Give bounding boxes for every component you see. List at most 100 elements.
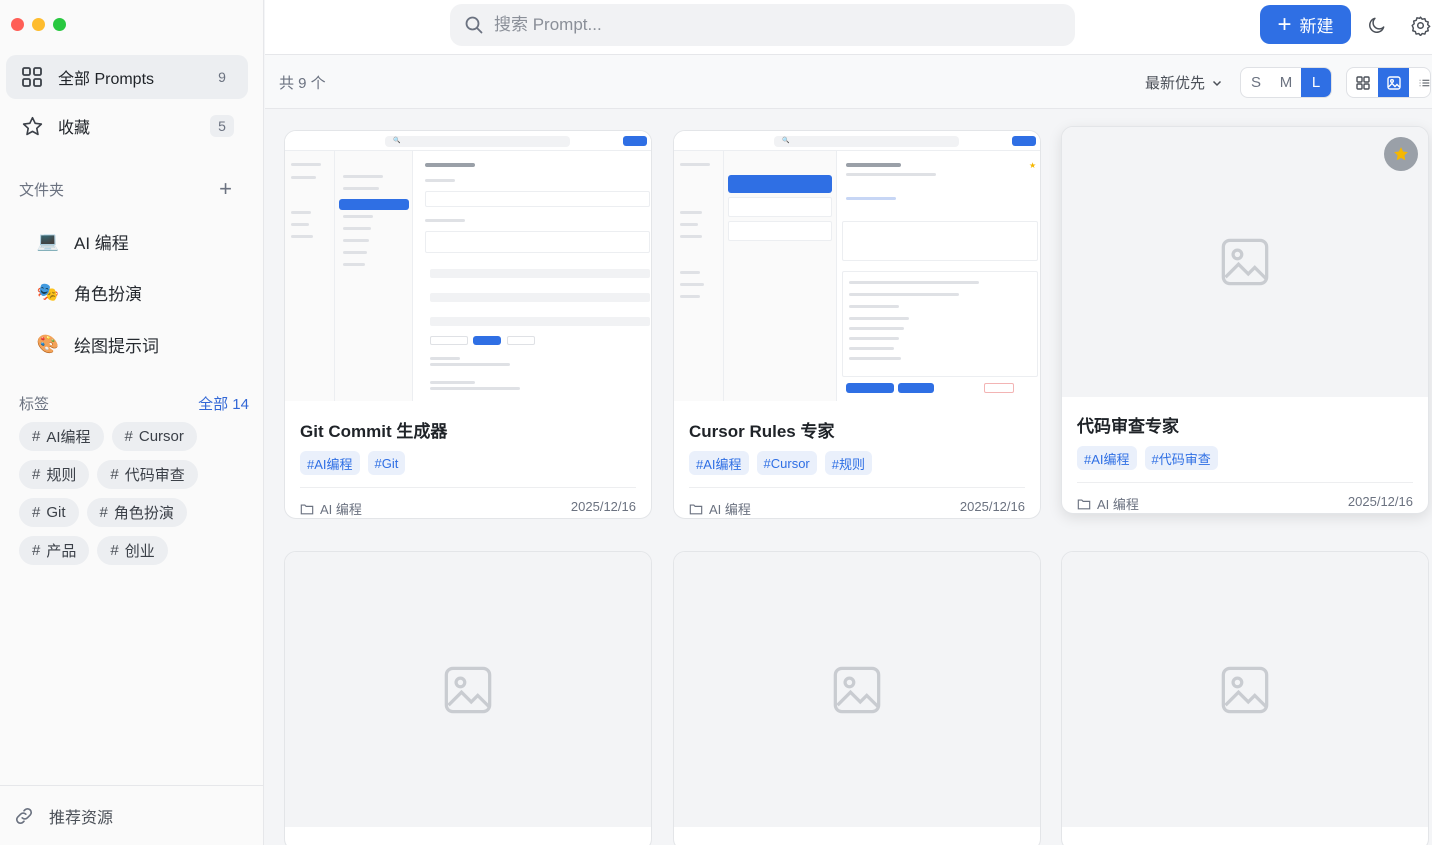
gallery-view-button[interactable]: [1378, 68, 1409, 97]
new-prompt-button[interactable]: + 新建: [1260, 5, 1351, 44]
list-icon: [1419, 79, 1430, 86]
palette-icon: 🎨: [36, 334, 60, 354]
search-box[interactable]: [450, 4, 1075, 46]
card-preview: 🔍: [285, 131, 651, 401]
laptop-icon: 💻: [36, 231, 60, 251]
grid-icon: [20, 65, 44, 89]
star-filled-icon: [1394, 147, 1408, 161]
folder-icon: [689, 502, 703, 516]
card-preview: [285, 552, 651, 827]
gear-icon: [1410, 15, 1430, 36]
card-tag[interactable]: #规则: [824, 451, 872, 475]
new-prompt-label: 新建: [1299, 17, 1334, 36]
search-input[interactable]: [494, 15, 1014, 35]
card-tag[interactable]: #Cursor: [756, 451, 817, 475]
window-controls: [11, 18, 66, 31]
nav-all-prompts-count: 9: [218, 69, 226, 85]
tag-chip[interactable]: # 规则: [19, 460, 90, 489]
folder-icon: [1077, 497, 1091, 511]
card-title: 代码审查专家: [1077, 417, 1179, 436]
size-m-button[interactable]: M: [1271, 68, 1301, 97]
nav-favorites-label: 收藏: [58, 120, 91, 137]
nav-favorites-count: 5: [210, 115, 234, 137]
card-date: 2025/12/16: [959, 499, 1025, 514]
card-folder: AI 编程: [709, 502, 751, 517]
card-date: 2025/12/16: [1347, 494, 1413, 509]
search-icon: [464, 15, 484, 35]
prompt-card[interactable]: [1061, 551, 1429, 845]
list-toolbar: 共 9 个 最新优先 S M L: [265, 55, 1432, 109]
card-preview: [674, 552, 1040, 827]
tag-chip[interactable]: # Cursor: [111, 422, 197, 451]
tag-chip[interactable]: # 创业: [97, 536, 168, 565]
card-preview: [1062, 127, 1428, 397]
folder-ai-coding[interactable]: 💻 AI 编程: [36, 229, 129, 254]
folder-roleplay[interactable]: 🎭 角色扮演: [36, 280, 142, 305]
preview-screenshot: 🔍: [285, 131, 651, 401]
plus-icon: +: [1277, 10, 1292, 38]
nav-favorites[interactable]: 收藏 5: [6, 104, 248, 148]
tag-chip[interactable]: # 代码审查: [97, 460, 198, 489]
image-icon: [1386, 75, 1401, 90]
list-view-button[interactable]: [1409, 68, 1430, 97]
folder-label: 绘图提示词: [74, 337, 159, 356]
folder-label: AI 编程: [74, 234, 129, 253]
tags-title: 标签: [19, 396, 50, 413]
settings-button[interactable]: [1408, 13, 1432, 37]
top-bar: + 新建: [265, 0, 1432, 55]
tag-chip[interactable]: # AI编程: [19, 422, 104, 451]
minimize-window-button[interactable]: [32, 18, 45, 31]
card-preview: 🔍: [674, 131, 1040, 401]
sort-label: 最新优先: [1145, 75, 1206, 92]
card-folder: AI 编程: [1097, 497, 1139, 512]
image-placeholder-icon: [833, 666, 881, 713]
folder-icon: [300, 502, 314, 516]
recommended-resources-label: 推荐资源: [49, 809, 114, 827]
prompt-card-cursor-rules[interactable]: 🔍 ★ Cursor Rules 专家 #AI编程 #Cursor #规则 AI…: [673, 130, 1041, 519]
card-folder: AI 编程: [320, 502, 362, 517]
theater-masks-icon: 🎭: [36, 282, 60, 302]
prompt-card[interactable]: [284, 551, 652, 845]
nav-all-prompts[interactable]: 全部 Prompts 9: [6, 55, 248, 99]
grid-icon: [1355, 75, 1370, 90]
card-tag[interactable]: #AI编程: [300, 451, 360, 475]
size-s-button[interactable]: S: [1241, 68, 1271, 97]
card-title: Cursor Rules 专家: [689, 422, 835, 441]
moon-icon: [1369, 17, 1385, 33]
dark-mode-toggle[interactable]: [1365, 13, 1389, 37]
card-tag[interactable]: #Git: [367, 451, 406, 475]
prompt-card-code-review[interactable]: 代码审查专家 #AI编程 #代码审查 AI 编程 2025/12/16: [1061, 126, 1429, 514]
all-tags-link[interactable]: 全部 14: [198, 393, 249, 414]
grid-view-button[interactable]: [1347, 68, 1378, 97]
tag-chip[interactable]: # 产品: [19, 536, 90, 565]
total-count: 共 9 个: [279, 75, 326, 92]
nav-all-prompts-label: 全部 Prompts: [58, 71, 155, 88]
card-title: Git Commit 生成器: [300, 422, 448, 441]
folder-drawing-prompts[interactable]: 🎨 绘图提示词: [36, 332, 159, 357]
card-tag[interactable]: #AI编程: [689, 451, 749, 475]
size-l-button[interactable]: L: [1301, 68, 1331, 97]
close-window-button[interactable]: [11, 18, 24, 31]
tag-chip[interactable]: # Git: [19, 498, 79, 527]
star-icon: [20, 114, 44, 138]
tags-header: 标签 全部 14: [19, 393, 249, 414]
tag-chip[interactable]: # 角色扮演: [86, 498, 187, 527]
card-size-toggle: S M L: [1240, 67, 1332, 98]
card-tag[interactable]: #AI编程: [1077, 446, 1137, 470]
folders-title: 文件夹: [19, 181, 65, 199]
sidebar: 全部 Prompts 9 收藏 5 文件夹 + 💻 AI 编程 🎭 角色扮演 🎨…: [0, 0, 264, 845]
recommended-resources[interactable]: 推荐资源: [0, 785, 263, 845]
sort-dropdown[interactable]: 最新优先: [1145, 72, 1223, 93]
view-mode-toggle: [1346, 67, 1431, 98]
image-placeholder-icon: [444, 666, 492, 713]
image-placeholder-icon: [1221, 238, 1269, 286]
prompt-card[interactable]: [673, 551, 1041, 845]
card-preview: [1062, 552, 1428, 827]
folder-label: 角色扮演: [74, 285, 142, 304]
folders-header: 文件夹 +: [19, 178, 232, 200]
add-folder-button[interactable]: +: [219, 178, 232, 200]
card-tag[interactable]: #代码审查: [1144, 446, 1218, 470]
favorite-toggle[interactable]: [1384, 137, 1418, 171]
zoom-window-button[interactable]: [53, 18, 66, 31]
prompt-card-git-commit[interactable]: 🔍 Git Commit 生成器 #AI编程 #Git AI 编程 2025/1…: [284, 130, 652, 519]
